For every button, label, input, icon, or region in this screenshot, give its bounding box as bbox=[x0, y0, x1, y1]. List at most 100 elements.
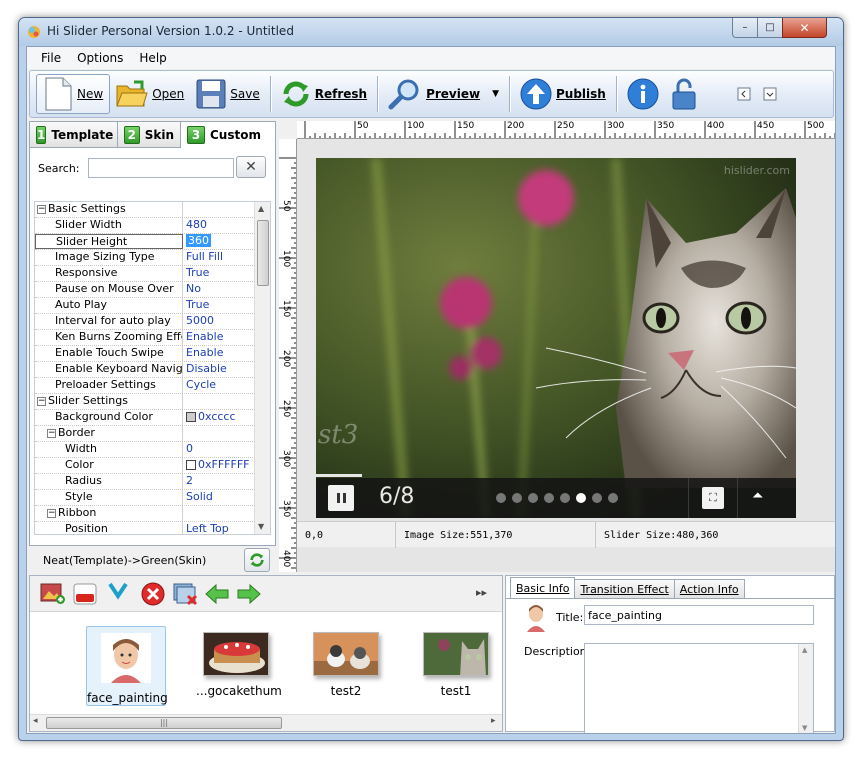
property-row[interactable]: Preloader Settings Cycle bbox=[35, 378, 255, 394]
property-value[interactable]: 0xFFFFFF bbox=[183, 458, 255, 473]
property-row[interactable]: − Ribbon bbox=[35, 506, 255, 522]
scroll-down-arrow[interactable]: ▼ bbox=[258, 522, 264, 531]
property-row[interactable]: Color 0xFFFFFF bbox=[35, 458, 255, 474]
property-value[interactable]: 2 bbox=[183, 474, 255, 489]
property-row[interactable]: Enable Touch Swipe Enable bbox=[35, 346, 255, 362]
property-category[interactable]: − Basic Settings bbox=[35, 202, 255, 218]
slide-dot[interactable] bbox=[608, 493, 618, 503]
property-value[interactable]: Cycle bbox=[183, 378, 255, 393]
add-youtube-button[interactable] bbox=[72, 581, 98, 607]
preview-button[interactable]: Preview ▼ bbox=[382, 74, 505, 114]
tab-action-info[interactable]: Action Info bbox=[673, 579, 745, 598]
property-row[interactable]: Auto Play True bbox=[35, 298, 255, 314]
property-row[interactable]: Style Solid bbox=[35, 490, 255, 506]
tab-custom[interactable]: 3 Custom bbox=[180, 121, 276, 148]
pause-button[interactable] bbox=[328, 485, 354, 511]
close-button[interactable]: ✕ bbox=[782, 18, 827, 38]
thumbnail-face-painting[interactable]: face_painting bbox=[86, 626, 168, 706]
scroll-right-arrow[interactable]: ▸ bbox=[491, 716, 496, 726]
collapse-toggle-icon[interactable]: − bbox=[47, 508, 56, 518]
scrollbar-thumb[interactable] bbox=[257, 220, 269, 286]
property-row[interactable]: Width 0 bbox=[35, 442, 255, 458]
slide-dot[interactable] bbox=[496, 493, 506, 503]
property-row[interactable]: Slider Height 360 bbox=[35, 234, 255, 250]
delete-button[interactable] bbox=[140, 581, 166, 607]
publish-button[interactable]: Publish bbox=[514, 74, 612, 114]
property-row[interactable]: Radius 2 bbox=[35, 474, 255, 490]
property-row[interactable]: Position Left Top bbox=[35, 522, 255, 534]
thumbnails-toggle-icon[interactable]: ⏶ bbox=[752, 488, 763, 504]
collapse-toggle-icon[interactable]: − bbox=[47, 428, 56, 438]
thumbnail-test1[interactable]: test1 bbox=[416, 632, 496, 698]
thumbnail-cake[interactable]: ...gocakethum bbox=[196, 632, 282, 698]
property-category[interactable]: − Slider Settings bbox=[35, 394, 255, 410]
maximize-button[interactable]: □ bbox=[757, 18, 783, 38]
property-row[interactable]: Enable Keyboard Navig... Disable bbox=[35, 362, 255, 378]
property-value[interactable]: 0 bbox=[183, 442, 255, 457]
info-button[interactable] bbox=[621, 74, 665, 114]
collapse-toggle-icon[interactable]: − bbox=[37, 204, 46, 214]
move-right-button[interactable] bbox=[236, 581, 262, 607]
menu-help[interactable]: Help bbox=[131, 51, 174, 65]
menu-file[interactable]: File bbox=[33, 51, 69, 65]
minimize-button[interactable]: – bbox=[732, 18, 758, 38]
search-clear-button[interactable]: ✕ bbox=[236, 156, 266, 178]
property-row[interactable]: Responsive True bbox=[35, 266, 255, 282]
property-value[interactable]: True bbox=[183, 298, 255, 313]
property-grid-scrollbar[interactable]: ▲ ▼ bbox=[254, 202, 270, 534]
property-value[interactable]: No bbox=[183, 282, 255, 297]
panel-bottom-button[interactable] bbox=[757, 74, 783, 114]
property-value[interactable]: Full Fill bbox=[183, 250, 255, 265]
property-value[interactable]: 0xcccc bbox=[183, 410, 255, 425]
property-value[interactable]: True bbox=[183, 266, 255, 281]
property-value[interactable]: Enable bbox=[183, 330, 255, 345]
lock-button[interactable] bbox=[665, 74, 703, 114]
scrollbar-thumb[interactable]: ||| bbox=[46, 717, 282, 729]
property-value[interactable] bbox=[183, 394, 255, 409]
slide-dot[interactable] bbox=[528, 493, 538, 503]
refresh-button[interactable]: Refresh bbox=[275, 74, 373, 114]
preview-dropdown-icon[interactable]: ▼ bbox=[492, 89, 499, 99]
tab-transition-effect[interactable]: Transition Effect bbox=[574, 579, 675, 598]
property-row[interactable]: Pause on Mouse Over No bbox=[35, 282, 255, 298]
save-button[interactable]: Save bbox=[190, 74, 265, 114]
search-input[interactable] bbox=[87, 158, 234, 178]
property-row[interactable]: Slider Width 480 bbox=[35, 218, 255, 234]
thumbnail-scrollbar[interactable]: ◂ ||| ▸ bbox=[30, 714, 502, 731]
thumbnail-test2[interactable]: test2 bbox=[306, 632, 386, 698]
fullscreen-button[interactable]: ⛶ bbox=[688, 478, 738, 518]
add-image-button[interactable] bbox=[40, 581, 66, 607]
scroll-up-arrow[interactable]: ▲ bbox=[258, 204, 264, 213]
new-button[interactable]: New bbox=[36, 74, 111, 114]
title-bar[interactable]: Hi Slider Personal Version 1.0.2 - Untit… bbox=[19, 18, 843, 46]
title-input[interactable] bbox=[584, 605, 814, 625]
property-row[interactable]: − Border bbox=[35, 426, 255, 442]
slider-preview[interactable]: st3 hislider.com 6/8 ⛶ ⏶ bbox=[316, 158, 796, 518]
tab-template[interactable]: 1 Template bbox=[29, 121, 118, 147]
slide-dot[interactable] bbox=[544, 493, 554, 503]
property-value[interactable]: Left Top bbox=[183, 522, 255, 534]
menu-options[interactable]: Options bbox=[69, 51, 131, 65]
scroll-up-arrow[interactable]: ▲ bbox=[802, 646, 807, 654]
slide-dot[interactable] bbox=[592, 493, 602, 503]
property-value[interactable]: 480 bbox=[183, 218, 255, 233]
slide-dot[interactable] bbox=[512, 493, 522, 503]
slide-dot[interactable] bbox=[560, 493, 570, 503]
scroll-down-arrow[interactable]: ▼ bbox=[802, 724, 807, 732]
collapse-toggle-icon[interactable]: − bbox=[37, 396, 46, 406]
add-vimeo-button[interactable] bbox=[104, 581, 134, 607]
property-row[interactable]: Image Sizing Type Full Fill bbox=[35, 250, 255, 266]
property-row[interactable]: Ken Burns Zooming Effect Enable bbox=[35, 330, 255, 346]
tab-basic-info[interactable]: Basic Info bbox=[510, 577, 576, 598]
scroll-left-arrow[interactable]: ◂ bbox=[33, 716, 38, 726]
property-value[interactable] bbox=[183, 202, 255, 217]
property-row[interactable]: Interval for auto play 5000 bbox=[35, 314, 255, 330]
property-value[interactable]: 360 bbox=[183, 234, 255, 249]
description-input[interactable] bbox=[584, 643, 814, 733]
property-value[interactable]: Solid bbox=[183, 490, 255, 505]
apply-refresh-button[interactable] bbox=[244, 548, 270, 572]
property-value[interactable] bbox=[183, 506, 255, 521]
delete-all-button[interactable] bbox=[172, 581, 198, 607]
open-button[interactable]: Open bbox=[110, 74, 190, 114]
tab-skin[interactable]: 2 Skin bbox=[117, 121, 181, 147]
